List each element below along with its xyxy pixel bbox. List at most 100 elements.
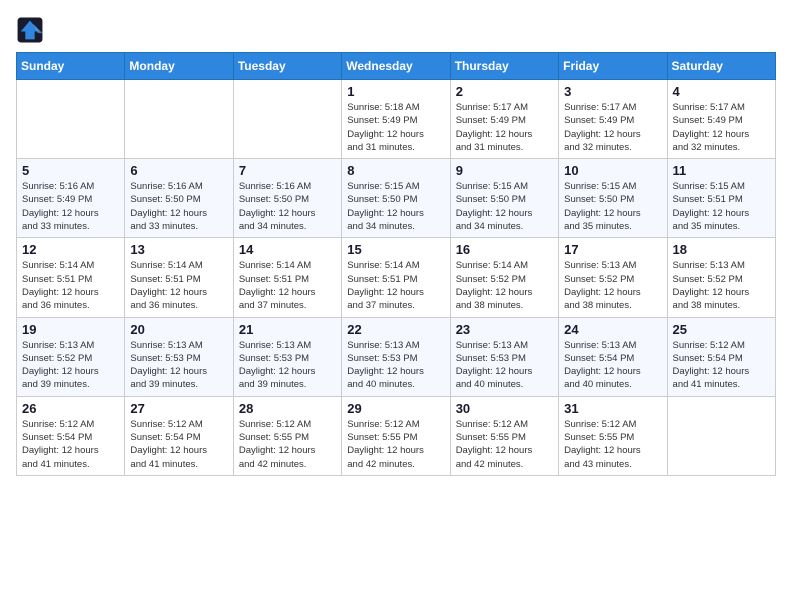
day-number: 20 [130,322,227,337]
day-number: 26 [22,401,119,416]
calendar-cell: 5 Sunrise: 5:16 AM Sunset: 5:49 PM Daylig… [17,159,125,238]
day-info: Sunrise: 5:12 AM Sunset: 5:54 PM Dayligh… [130,418,227,471]
day-number: 8 [347,163,444,178]
calendar-cell: 12 Sunrise: 5:14 AM Sunset: 5:51 PM Dayli… [17,238,125,317]
calendar: SundayMondayTuesdayWednesdayThursdayFrid… [16,52,776,476]
calendar-cell: 25 Sunrise: 5:12 AM Sunset: 5:54 PM Dayli… [667,317,775,396]
day-info: Sunrise: 5:16 AM Sunset: 5:50 PM Dayligh… [239,180,336,233]
day-info: Sunrise: 5:13 AM Sunset: 5:52 PM Dayligh… [673,259,770,312]
day-number: 25 [673,322,770,337]
day-number: 19 [22,322,119,337]
day-info: Sunrise: 5:16 AM Sunset: 5:50 PM Dayligh… [130,180,227,233]
day-number: 16 [456,242,553,257]
calendar-cell: 18 Sunrise: 5:13 AM Sunset: 5:52 PM Dayli… [667,238,775,317]
day-number: 22 [347,322,444,337]
calendar-cell: 14 Sunrise: 5:14 AM Sunset: 5:51 PM Dayli… [233,238,341,317]
calendar-cell [125,80,233,159]
day-number: 5 [22,163,119,178]
day-number: 30 [456,401,553,416]
calendar-week-3: 12 Sunrise: 5:14 AM Sunset: 5:51 PM Dayli… [17,238,776,317]
calendar-cell: 17Sunrise: 5:13 AM Sunset: 5:52 PM Dayli… [559,238,667,317]
day-info: Sunrise: 5:15 AM Sunset: 5:50 PM Dayligh… [564,180,661,233]
calendar-cell: 9 Sunrise: 5:15 AM Sunset: 5:50 PM Daylig… [450,159,558,238]
day-info: Sunrise: 5:15 AM Sunset: 5:50 PM Dayligh… [347,180,444,233]
calendar-cell: 1Sunrise: 5:18 AM Sunset: 5:49 PM Daylig… [342,80,450,159]
day-info: Sunrise: 5:14 AM Sunset: 5:51 PM Dayligh… [22,259,119,312]
day-number: 27 [130,401,227,416]
calendar-week-1: 1Sunrise: 5:18 AM Sunset: 5:49 PM Daylig… [17,80,776,159]
day-header-saturday: Saturday [667,53,775,80]
calendar-cell: 13 Sunrise: 5:14 AM Sunset: 5:51 PM Dayli… [125,238,233,317]
day-number: 4 [673,84,770,99]
day-number: 21 [239,322,336,337]
calendar-cell [17,80,125,159]
day-number: 23 [456,322,553,337]
day-info: Sunrise: 5:13 AM Sunset: 5:54 PM Dayligh… [564,339,661,392]
day-header-friday: Friday [559,53,667,80]
calendar-week-5: 26 Sunrise: 5:12 AM Sunset: 5:54 PM Dayli… [17,396,776,475]
day-number: 14 [239,242,336,257]
calendar-cell: 29 Sunrise: 5:12 AM Sunset: 5:55 PM Dayli… [342,396,450,475]
calendar-cell: 19Sunrise: 5:13 AM Sunset: 5:52 PM Dayli… [17,317,125,396]
calendar-cell: 16 Sunrise: 5:14 AM Sunset: 5:52 PM Dayli… [450,238,558,317]
calendar-cell [233,80,341,159]
calendar-cell: 11 Sunrise: 5:15 AM Sunset: 5:51 PM Dayli… [667,159,775,238]
calendar-header-row: SundayMondayTuesdayWednesdayThursdayFrid… [17,53,776,80]
day-number: 18 [673,242,770,257]
day-info: Sunrise: 5:13 AM Sunset: 5:53 PM Dayligh… [130,339,227,392]
day-info: Sunrise: 5:13 AM Sunset: 5:53 PM Dayligh… [239,339,336,392]
day-number: 15 [347,242,444,257]
calendar-cell: 3 Sunrise: 5:17 AM Sunset: 5:49 PM Daylig… [559,80,667,159]
day-header-monday: Monday [125,53,233,80]
logo [16,16,48,44]
day-number: 17 [564,242,661,257]
day-header-thursday: Thursday [450,53,558,80]
day-number: 24 [564,322,661,337]
day-info: Sunrise: 5:14 AM Sunset: 5:52 PM Dayligh… [456,259,553,312]
day-info: Sunrise: 5:15 AM Sunset: 5:50 PM Dayligh… [456,180,553,233]
calendar-cell: 27 Sunrise: 5:12 AM Sunset: 5:54 PM Dayli… [125,396,233,475]
day-info: Sunrise: 5:17 AM Sunset: 5:49 PM Dayligh… [564,101,661,154]
calendar-cell: 4 Sunrise: 5:17 AM Sunset: 5:49 PM Daylig… [667,80,775,159]
calendar-cell: 31 Sunrise: 5:12 AM Sunset: 5:55 PM Dayli… [559,396,667,475]
calendar-cell: 10Sunrise: 5:15 AM Sunset: 5:50 PM Dayli… [559,159,667,238]
day-header-wednesday: Wednesday [342,53,450,80]
calendar-cell: 7 Sunrise: 5:16 AM Sunset: 5:50 PM Daylig… [233,159,341,238]
calendar-cell: 6 Sunrise: 5:16 AM Sunset: 5:50 PM Daylig… [125,159,233,238]
day-info: Sunrise: 5:12 AM Sunset: 5:55 PM Dayligh… [564,418,661,471]
day-number: 12 [22,242,119,257]
day-number: 6 [130,163,227,178]
day-info: Sunrise: 5:15 AM Sunset: 5:51 PM Dayligh… [673,180,770,233]
logo-icon [16,16,44,44]
calendar-cell: 2Sunrise: 5:17 AM Sunset: 5:49 PM Daylig… [450,80,558,159]
day-info: Sunrise: 5:16 AM Sunset: 5:49 PM Dayligh… [22,180,119,233]
day-info: Sunrise: 5:12 AM Sunset: 5:55 PM Dayligh… [347,418,444,471]
calendar-cell: 23Sunrise: 5:13 AM Sunset: 5:53 PM Dayli… [450,317,558,396]
day-header-sunday: Sunday [17,53,125,80]
day-number: 11 [673,163,770,178]
day-number: 31 [564,401,661,416]
day-number: 7 [239,163,336,178]
day-number: 1 [347,84,444,99]
calendar-cell: 22 Sunrise: 5:13 AM Sunset: 5:53 PM Dayli… [342,317,450,396]
day-info: Sunrise: 5:17 AM Sunset: 5:49 PM Dayligh… [673,101,770,154]
day-number: 9 [456,163,553,178]
calendar-cell: 8 Sunrise: 5:15 AM Sunset: 5:50 PM Daylig… [342,159,450,238]
day-info: Sunrise: 5:17 AM Sunset: 5:49 PM Dayligh… [456,101,553,154]
calendar-week-2: 5 Sunrise: 5:16 AM Sunset: 5:49 PM Daylig… [17,159,776,238]
day-number: 29 [347,401,444,416]
day-number: 13 [130,242,227,257]
day-info: Sunrise: 5:12 AM Sunset: 5:55 PM Dayligh… [239,418,336,471]
calendar-cell: 24 Sunrise: 5:13 AM Sunset: 5:54 PM Dayli… [559,317,667,396]
day-info: Sunrise: 5:14 AM Sunset: 5:51 PM Dayligh… [239,259,336,312]
calendar-cell: 28Sunrise: 5:12 AM Sunset: 5:55 PM Dayli… [233,396,341,475]
calendar-cell [667,396,775,475]
day-info: Sunrise: 5:13 AM Sunset: 5:53 PM Dayligh… [347,339,444,392]
day-info: Sunrise: 5:14 AM Sunset: 5:51 PM Dayligh… [130,259,227,312]
page-header [16,16,776,44]
day-info: Sunrise: 5:12 AM Sunset: 5:54 PM Dayligh… [673,339,770,392]
day-info: Sunrise: 5:14 AM Sunset: 5:51 PM Dayligh… [347,259,444,312]
calendar-cell: 30Sunrise: 5:12 AM Sunset: 5:55 PM Dayli… [450,396,558,475]
day-number: 3 [564,84,661,99]
calendar-week-4: 19Sunrise: 5:13 AM Sunset: 5:52 PM Dayli… [17,317,776,396]
